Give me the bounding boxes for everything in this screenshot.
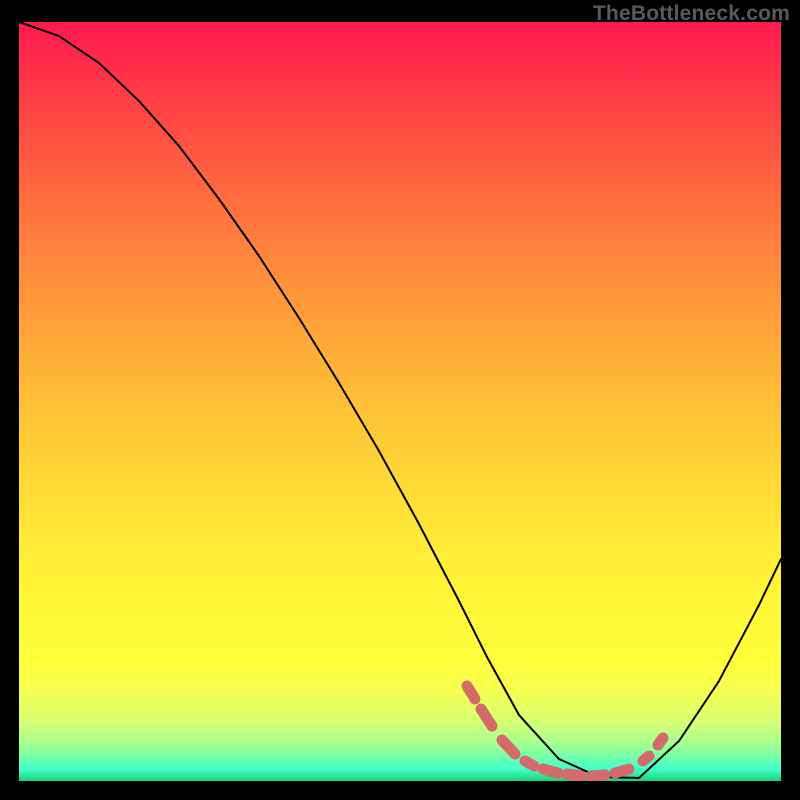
floor-dash — [467, 686, 475, 699]
bottleneck-chart: TheBottleneck.com — [0, 0, 800, 800]
plot-area — [19, 22, 781, 781]
floor-dash — [615, 769, 629, 773]
floor-dash — [658, 738, 663, 745]
curve-layer — [19, 22, 781, 781]
floor-dash — [481, 709, 492, 726]
floor-dash — [525, 761, 534, 766]
bottleneck-curve — [19, 22, 781, 778]
floor-dash — [543, 769, 558, 773]
floor-dash — [567, 774, 581, 776]
floor-dash — [643, 756, 649, 761]
floor-dash — [591, 775, 605, 776]
floor-dash — [502, 740, 515, 754]
